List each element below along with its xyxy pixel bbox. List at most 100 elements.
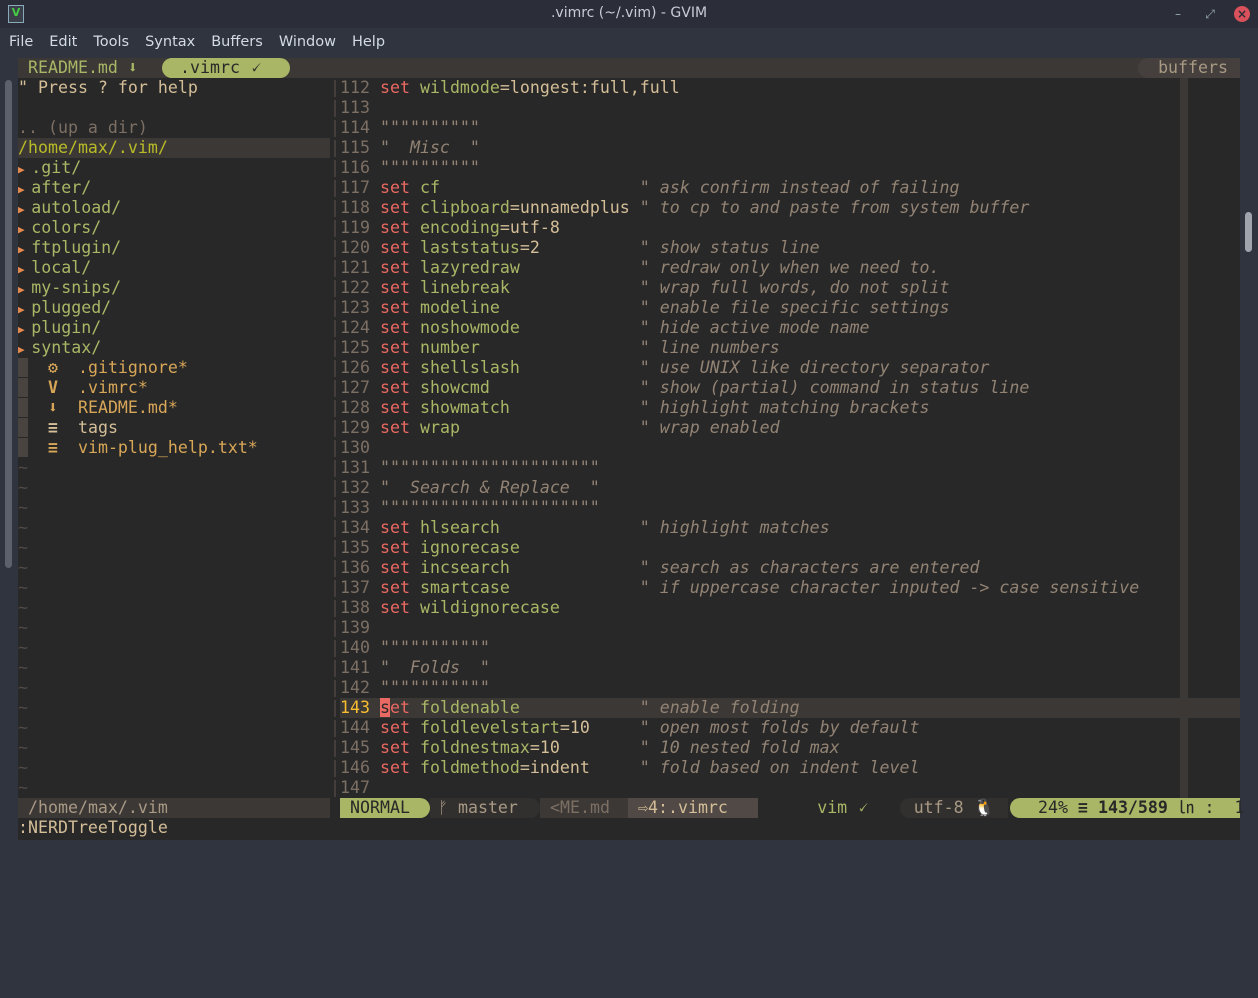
buffer-prev[interactable]: <ME.md bbox=[540, 798, 628, 818]
code-line[interactable]: 114 """""""""" bbox=[340, 118, 1240, 138]
tree-up-dir[interactable]: .. (up a dir) bbox=[18, 118, 148, 137]
code-line[interactable]: 137 set smartcase " if uppercase charact… bbox=[340, 578, 1240, 598]
collapsed-arrow-icon: ▶ bbox=[18, 303, 32, 316]
equals: = bbox=[529, 738, 540, 757]
menu-edit[interactable]: Edit bbox=[49, 28, 93, 56]
code-line[interactable]: 119 set encoding=utf-8 bbox=[340, 218, 1240, 238]
comment: " enable file specific settings bbox=[639, 298, 950, 317]
tree-row[interactable]: ▶ after/ bbox=[18, 178, 330, 198]
tab-readme[interactable]: README.md ⬇ bbox=[18, 58, 148, 78]
tree-row[interactable]: ▶ .git/ bbox=[18, 158, 330, 178]
code-line[interactable]: 128 set showmatch " highlight matching b… bbox=[340, 398, 1240, 418]
code-line[interactable]: 126 set shellslash " use UNIX like direc… bbox=[340, 358, 1240, 378]
tree-file[interactable]: vim-plug_help.txt* bbox=[78, 438, 258, 457]
code-line[interactable]: 141 " Folds " bbox=[340, 658, 1240, 678]
code-line[interactable]: 130 bbox=[340, 438, 1240, 458]
tree-dir[interactable]: .git/ bbox=[31, 158, 81, 177]
code-line[interactable]: 113 bbox=[340, 98, 1240, 118]
tree-dir[interactable]: colors/ bbox=[31, 218, 101, 237]
buffer-current[interactable]: ⇨4:.vimrc bbox=[628, 798, 758, 818]
code-line[interactable]: 118 set clipboard=unnamedplus " to cp to… bbox=[340, 198, 1240, 218]
tree-file[interactable]: .vimrc* bbox=[78, 378, 148, 397]
code-line[interactable]: 121 set lazyredraw " redraw only when we… bbox=[340, 258, 1240, 278]
code-line[interactable]: 134 set hlsearch " highlight matches bbox=[340, 518, 1240, 538]
code-line[interactable]: 124 set noshowmode " hide active mode na… bbox=[340, 318, 1240, 338]
tree-row[interactable]: ≡ tags bbox=[18, 418, 330, 438]
tree-dir[interactable]: plugin/ bbox=[31, 318, 101, 337]
minimize-button[interactable]: – bbox=[1170, 6, 1186, 22]
empty-line-tilde: ~ bbox=[18, 658, 28, 677]
tree-row[interactable]: ⬇ README.md* bbox=[18, 398, 330, 418]
tree-row[interactable]: ▶ plugin/ bbox=[18, 318, 330, 338]
code-line[interactable]: 123 set modeline " enable file specific … bbox=[340, 298, 1240, 318]
tree-row[interactable]: /home/max/.vim/ bbox=[18, 138, 330, 158]
tree-row[interactable]: V .vimrc* bbox=[18, 378, 330, 398]
code-line[interactable]: 146 set foldmethod=indent " fold based o… bbox=[340, 758, 1240, 778]
right-scrollbar[interactable] bbox=[1245, 212, 1252, 252]
editor[interactable]: README.md ⬇ .vimrc 🗸 buffers " Press ? f… bbox=[18, 58, 1244, 840]
tree-row[interactable]: " Press ? for help bbox=[18, 78, 330, 98]
code-line[interactable]: 144 set foldlevelstart=10 " open most fo… bbox=[340, 718, 1240, 738]
code-line[interactable]: 139 bbox=[340, 618, 1240, 638]
tree-dir[interactable]: my-snips/ bbox=[31, 278, 121, 297]
command-line[interactable]: :NERDTreeToggle bbox=[18, 818, 168, 838]
maximize-button[interactable]: ⤢ bbox=[1202, 6, 1218, 22]
tree-row[interactable]: ▶ ftplugin/ bbox=[18, 238, 330, 258]
code-line[interactable]: 117 set cf " ask confirm instead of fail… bbox=[340, 178, 1240, 198]
vim-icon: 🗸 bbox=[249, 58, 262, 77]
tree-row[interactable]: ▶ local/ bbox=[18, 258, 330, 278]
code-line[interactable]: 140 """"""""""" bbox=[340, 638, 1240, 658]
tree-dir[interactable]: local/ bbox=[31, 258, 91, 277]
tab-vimrc[interactable]: .vimrc 🗸 bbox=[162, 58, 290, 78]
menu-syntax[interactable]: Syntax bbox=[145, 28, 211, 56]
code-line[interactable]: 116 """""""""" bbox=[340, 158, 1240, 178]
code-line[interactable]: 127 set showcmd " show (partial) command… bbox=[340, 378, 1240, 398]
menu-window[interactable]: Window bbox=[279, 28, 352, 56]
tree-row[interactable]: .. (up a dir) bbox=[18, 118, 330, 138]
code-line[interactable]: 131 """""""""""""""""""""" bbox=[340, 458, 1240, 478]
code-line[interactable]: 125 set number " line numbers bbox=[340, 338, 1240, 358]
tree-row[interactable]: ▶ syntax/ bbox=[18, 338, 330, 358]
tree-dir[interactable]: after/ bbox=[31, 178, 91, 197]
code-line[interactable]: 115 " Misc " bbox=[340, 138, 1240, 158]
tree-row[interactable]: ▶ colors/ bbox=[18, 218, 330, 238]
tree-file[interactable]: README.md* bbox=[78, 398, 178, 417]
tree-file[interactable]: .gitignore* bbox=[78, 358, 188, 377]
left-scrollbar[interactable] bbox=[5, 80, 12, 568]
code-line[interactable]: 145 set foldnestmax=10 " 10 nested fold … bbox=[340, 738, 1240, 758]
option-name: clipboard bbox=[419, 198, 510, 217]
comment: " fold based on indent level bbox=[639, 758, 920, 777]
tree-row[interactable]: ⚙ .gitignore* bbox=[18, 358, 330, 378]
tree-row[interactable]: ▶ autoload/ bbox=[18, 198, 330, 218]
tree-dir[interactable]: ftplugin/ bbox=[31, 238, 121, 257]
code-line[interactable]: 136 set incsearch " search as characters… bbox=[340, 558, 1240, 578]
collapsed-arrow-icon: ▶ bbox=[18, 203, 32, 216]
code-line[interactable]: 142 """"""""""" bbox=[340, 678, 1240, 698]
code-line[interactable]: 122 set linebreak " wrap full words, do … bbox=[340, 278, 1240, 298]
comment: " redraw only when we need to. bbox=[639, 258, 940, 277]
tree-row[interactable]: ≡ vim-plug_help.txt* bbox=[18, 438, 330, 458]
tree-row[interactable]: ▶ my-snips/ bbox=[18, 278, 330, 298]
tree-dir[interactable]: autoload/ bbox=[31, 198, 121, 217]
tree-row[interactable]: ▶ plugged/ bbox=[18, 298, 330, 318]
tree-file[interactable]: tags bbox=[78, 418, 118, 437]
tree-dir[interactable]: plugged/ bbox=[31, 298, 111, 317]
code-line[interactable]: 112 set wildmode=longest:full,full bbox=[340, 78, 1240, 98]
menu-buffers[interactable]: Buffers bbox=[211, 28, 279, 56]
code-line[interactable]: 129 set wrap " wrap enabled bbox=[340, 418, 1240, 438]
code-line[interactable]: 147 bbox=[340, 778, 1240, 798]
code-line[interactable]: 143 set foldenable " enable folding bbox=[340, 698, 1240, 718]
code-line[interactable]: 133 """""""""""""""""""""" bbox=[340, 498, 1240, 518]
tree-dir[interactable]: syntax/ bbox=[31, 338, 101, 357]
menu-file[interactable]: File bbox=[9, 28, 49, 56]
code-line[interactable]: 120 set laststatus=2 " show status line bbox=[340, 238, 1240, 258]
menu-help[interactable]: Help bbox=[352, 28, 401, 56]
code-line[interactable]: 132 " Search & Replace " bbox=[340, 478, 1240, 498]
window-separator: | bbox=[330, 138, 340, 157]
line-number: 114 bbox=[340, 118, 370, 137]
code-line[interactable]: 138 set wildignorecase bbox=[340, 598, 1240, 618]
keyword: set bbox=[379, 78, 410, 97]
close-button[interactable]: × bbox=[1234, 6, 1250, 22]
code-line[interactable]: 135 set ignorecase bbox=[340, 538, 1240, 558]
menu-tools[interactable]: Tools bbox=[93, 28, 145, 56]
